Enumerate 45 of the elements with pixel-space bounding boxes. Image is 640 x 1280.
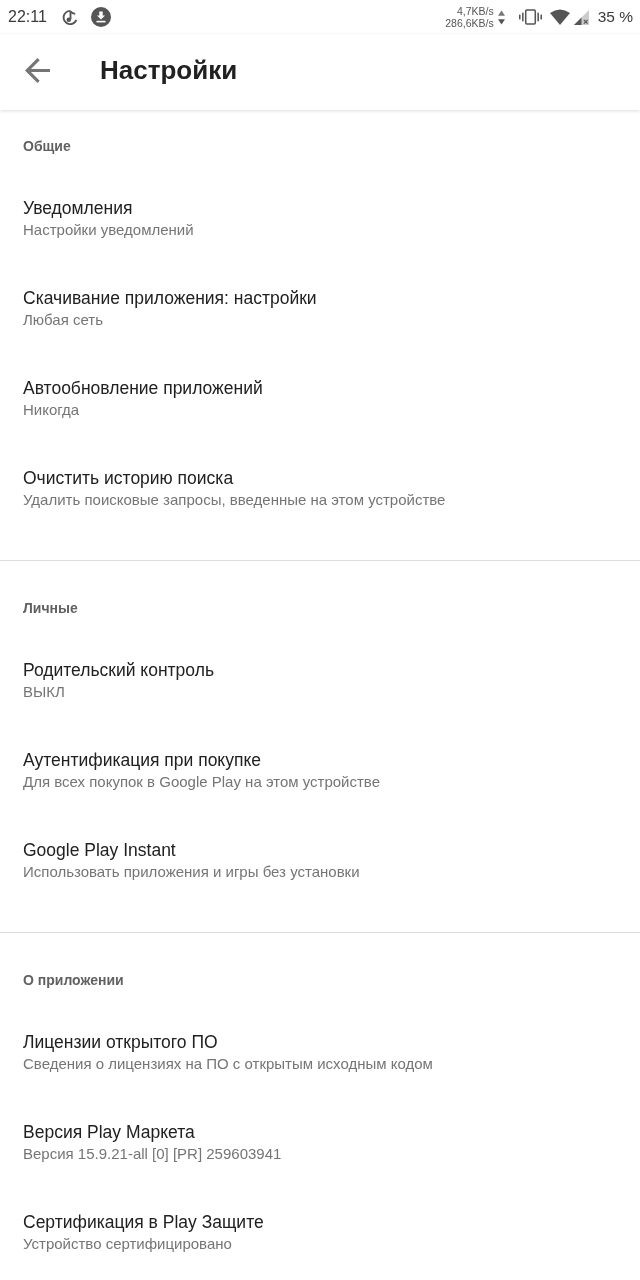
settings-row[interactable]: Сертификация в Play Защите Устройство сертифицировано [0,1187,640,1277]
setting-subtitle: ВЫКЛ [23,682,65,702]
setting-title: Версия Play Маркета [23,1121,195,1143]
screen-title: Настройки [100,54,238,86]
setting-subtitle: Использовать приложения и игры без установки [23,862,360,882]
setting-title: Скачивание приложения: настройки [23,287,317,309]
setting-subtitle: Сведения о лицензиях на ПО с открытым исходным кодом [23,1054,433,1074]
setting-title: Аутентификация при покупке [23,749,262,771]
setting-title: Родительский контроль [23,659,215,681]
section-header: Личные [23,600,78,616]
settings-row[interactable]: Уведомления Настройки уведомлений [0,173,640,263]
setting-subtitle: Никогда [23,400,80,420]
vibrate-icon [518,9,542,25]
section-header: Общие [23,138,71,154]
setting-title: Сертификация в Play Защите [23,1211,264,1233]
settings-row[interactable]: Родительский контроль ВЫКЛ [0,635,640,725]
signal-no-service-icon [573,9,589,25]
data-arrows-icon [497,9,505,25]
settings-row[interactable]: Скачивание приложения: настройки Любая сеть [0,263,640,353]
setting-subtitle: Любая сеть [23,310,103,330]
settings-row[interactable]: Лицензии открытого ПО Сведения о лицензиях на ПО с открытым исходным кодом [0,1007,640,1097]
settings-row[interactable]: Автообновление приложений Никогда [0,353,640,443]
music-note-icon [61,8,79,26]
section-header: О приложении [23,972,124,988]
battery-percent: 35 % [597,8,633,26]
setting-title: Уведомления [23,197,133,219]
back-arrow-icon [24,58,50,83]
download-icon [90,7,111,27]
setting-title: Автообновление приложений [23,377,263,399]
settings-row[interactable]: Версия Play Маркета Версия 15.9.21-all [0] [PR] 259603941 [0,1097,640,1187]
setting-title: Очистить историю поиска [23,467,234,489]
setting-title: Google Play Instant [23,839,176,861]
status-time: 22:11 [8,8,47,26]
setting-subtitle: Настройки уведомлений [23,220,194,240]
setting-subtitle: Для всех покупок в Google Play на этом устройстве [23,772,380,792]
setting-subtitle: Версия 15.9.21-all [0] [PR] 259603941 [23,1144,282,1164]
settings-row[interactable]: Google Play Instant Использовать приложения и игры без установки [0,815,640,905]
setting-subtitle: Устройство сертифицировано [23,1234,232,1254]
wifi-icon [549,9,570,25]
settings-row[interactable]: Аутентификация при покупке Для всех покупок в Google Play на этом устройстве [0,725,640,815]
download-speed: 286,6KB/s [445,17,494,29]
upload-speed: 4,7KB/s [456,5,494,17]
settings-row[interactable]: Очистить историю поиска Удалить поисковые запросы, введенные на этом устройстве [0,443,640,533]
setting-subtitle: Удалить поисковые запросы, введенные на этом устройстве [23,490,446,510]
setting-title: Лицензии открытого ПО [23,1031,218,1053]
